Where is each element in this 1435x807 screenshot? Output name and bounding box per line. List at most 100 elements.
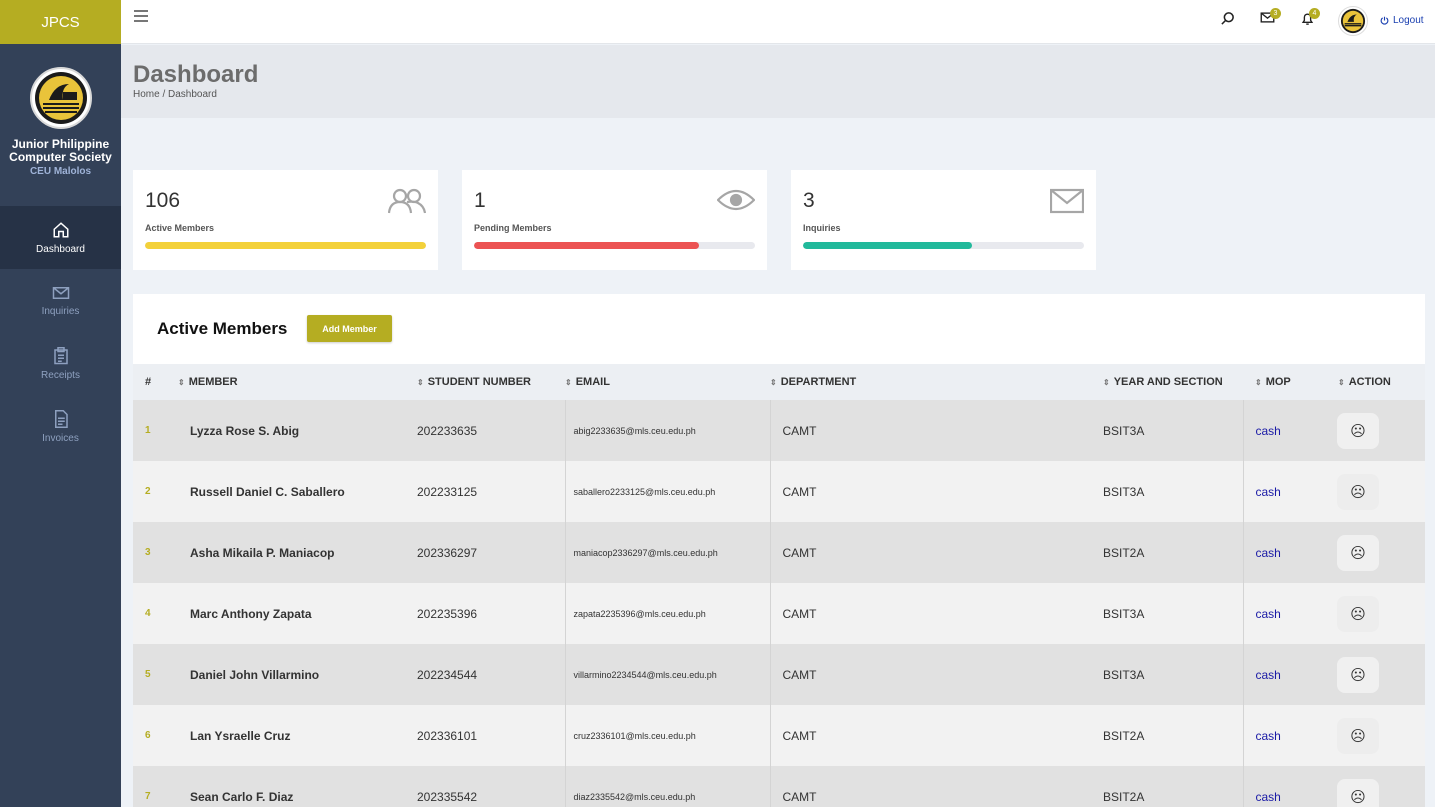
sort-icon: ⇕ <box>1255 378 1262 387</box>
stat-value: 3 <box>803 189 815 212</box>
column-header-student-number[interactable]: ⇕ STUDENT NUMBER <box>417 364 565 400</box>
sidebar-item-dashboard[interactable]: Dashboard <box>0 206 121 269</box>
table-row[interactable]: 6 Lan Ysraelle Cruz 202336101 cruz2336101@m… <box>133 705 1425 766</box>
column-header-mop[interactable]: ⇕ MOP <box>1243 364 1330 400</box>
stat-card-inquiries: 3 Inquiries <box>791 170 1096 270</box>
member-year-section: BSIT2A <box>1103 545 1145 560</box>
student-number: 202233635 <box>417 423 478 438</box>
member-mop: cash <box>1242 766 1330 807</box>
member-mop: cash <box>1242 461 1330 522</box>
action-cell: ☹ <box>1330 461 1425 522</box>
sidebar-nav: Dashboard Inquiries Receipts Invoices <box>0 206 121 458</box>
column-header-index[interactable]: # <box>133 364 178 400</box>
action-cell: ☹ <box>1330 644 1425 705</box>
members-table-body: 1 Lyzza Rose S. Abig 202233635 abig2233635@… <box>133 400 1425 807</box>
member-mop: cash <box>1242 583 1330 644</box>
sidebar-item-receipts[interactable]: Receipts <box>0 332 121 395</box>
logout-link[interactable]: Logout <box>1380 15 1424 26</box>
sidebar-item-invoices[interactable]: Invoices <box>0 395 121 458</box>
row-index: 3 <box>145 547 151 558</box>
member-email: zapata2235396@mls.ceu.edu.ph <box>564 583 770 644</box>
stat-label: Active Members <box>145 223 215 233</box>
member-mop: cash <box>1242 400 1330 461</box>
row-index: 5 <box>145 669 151 680</box>
member-department: CAMT <box>769 705 1103 766</box>
action-cell: ☹ <box>1330 400 1425 461</box>
member-name[interactable]: Daniel John Villarmino <box>178 644 417 705</box>
notifications-button[interactable]: 4 <box>1301 8 1320 31</box>
member-year-section: BSIT3A <box>1103 606 1145 621</box>
deactivate-member-button[interactable]: ☹ <box>1337 717 1379 754</box>
deactivate-member-button[interactable]: ☹ <box>1337 412 1379 449</box>
search-button[interactable] <box>1220 11 1235 31</box>
org-logo <box>29 67 92 129</box>
student-number: 202336297 <box>417 545 478 560</box>
member-department: CAMT <box>769 583 1103 644</box>
row-index: 1 <box>145 425 151 436</box>
sidebar-item-label: Dashboard <box>36 243 85 255</box>
member-mop: cash <box>1242 644 1330 705</box>
sort-icon: ⇕ <box>417 378 424 387</box>
deactivate-member-button[interactable]: ☹ <box>1337 656 1379 693</box>
sidebar: JPCS Junior Philippine Computer Society … <box>0 0 121 807</box>
member-mop: cash <box>1242 522 1330 583</box>
sort-icon: ⇕ <box>1103 378 1110 387</box>
member-name[interactable]: Marc Anthony Zapata <box>178 583 417 644</box>
member-name[interactable]: Asha Mikaila P. Maniacop <box>178 522 417 583</box>
student-number: 202233125 <box>417 484 478 499</box>
action-cell: ☹ <box>1330 705 1425 766</box>
member-name[interactable]: Lan Ysraelle Cruz <box>178 705 417 766</box>
user-avatar[interactable] <box>1338 6 1368 36</box>
member-email: abig2233635@mls.ceu.edu.ph <box>564 400 770 461</box>
deactivate-member-button[interactable]: ☹ <box>1337 473 1379 510</box>
stat-card-active-members: 106 Active Members <box>133 170 438 270</box>
sidebar-item-inquiries[interactable]: Inquiries <box>0 269 121 332</box>
table-row[interactable]: 3 Asha Mikaila P. Maniacop 202336297 maniac… <box>133 522 1425 583</box>
table-row[interactable]: 4 Marc Anthony Zapata 202235396 zapata22353… <box>133 583 1425 644</box>
stat-value: 1 <box>474 189 486 212</box>
stat-value: 106 <box>145 189 181 212</box>
member-year-section: BSIT3A <box>1103 423 1145 438</box>
member-year-section: BSIT2A <box>1103 789 1145 804</box>
member-name[interactable]: Sean Carlo F. Diaz <box>178 766 417 807</box>
member-email: saballero2233125@mls.ceu.edu.ph <box>564 461 770 522</box>
deactivate-member-button[interactable]: ☹ <box>1337 534 1379 571</box>
brand-bar[interactable]: JPCS <box>0 0 121 44</box>
sort-icon: ⇕ <box>1338 378 1345 387</box>
member-name[interactable]: Russell Daniel C. Saballero <box>178 461 417 522</box>
member-mop: cash <box>1242 705 1330 766</box>
add-member-button[interactable]: Add Member <box>307 315 392 342</box>
panel-title: Active Members <box>157 319 288 338</box>
column-header-email[interactable]: ⇕ EMAIL <box>565 364 770 400</box>
student-number: 202235396 <box>417 606 478 621</box>
stat-progress-bar <box>145 242 426 249</box>
stat-progress-bar <box>803 242 1084 249</box>
deactivate-member-button[interactable]: ☹ <box>1337 778 1379 807</box>
table-row[interactable]: 1 Lyzza Rose S. Abig 202233635 abig2233635@… <box>133 400 1425 461</box>
member-email: maniacop2336297@mls.ceu.edu.ph <box>564 522 770 583</box>
notifications-badge: 4 <box>1309 8 1320 19</box>
deactivate-member-button[interactable]: ☹ <box>1337 595 1379 632</box>
student-number: 202336101 <box>417 728 478 743</box>
column-header-member[interactable]: ⇕ MEMBER <box>178 364 417 400</box>
sort-icon: ⇕ <box>770 378 777 387</box>
menu-toggle-icon[interactable] <box>134 10 148 25</box>
sidebar-item-label: Inquiries <box>41 305 80 317</box>
column-header-department[interactable]: ⇕ DEPARTMENT <box>770 364 1103 400</box>
mail-icon <box>52 286 69 299</box>
messages-button[interactable]: 3 <box>1260 8 1281 29</box>
table-row[interactable]: 7 Sean Carlo F. Diaz 202335542 diaz2335542@… <box>133 766 1425 807</box>
member-year-section: BSIT3A <box>1103 667 1145 682</box>
table-row[interactable]: 5 Daniel John Villarmino 202234544 villarmi… <box>133 644 1425 705</box>
document-icon <box>54 409 68 428</box>
eye-icon <box>717 189 755 211</box>
column-header-year-section[interactable]: ⇕ YEAR AND SECTION <box>1103 364 1243 400</box>
column-header-action[interactable]: ⇕ ACTION <box>1330 364 1425 400</box>
table-row[interactable]: 2 Russell Daniel C. Saballero 202233125 sab… <box>133 461 1425 522</box>
member-name[interactable]: Lyzza Rose S. Abig <box>178 400 417 461</box>
row-index: 2 <box>145 486 151 497</box>
members-table: # ⇕ MEMBER ⇕ STUDENT NUMBER ⇕ EMAIL ⇕ DEPART… <box>133 364 1425 807</box>
action-cell: ☹ <box>1330 766 1425 807</box>
messages-badge: 3 <box>1270 8 1281 19</box>
logout-label: Logout <box>1393 15 1424 26</box>
